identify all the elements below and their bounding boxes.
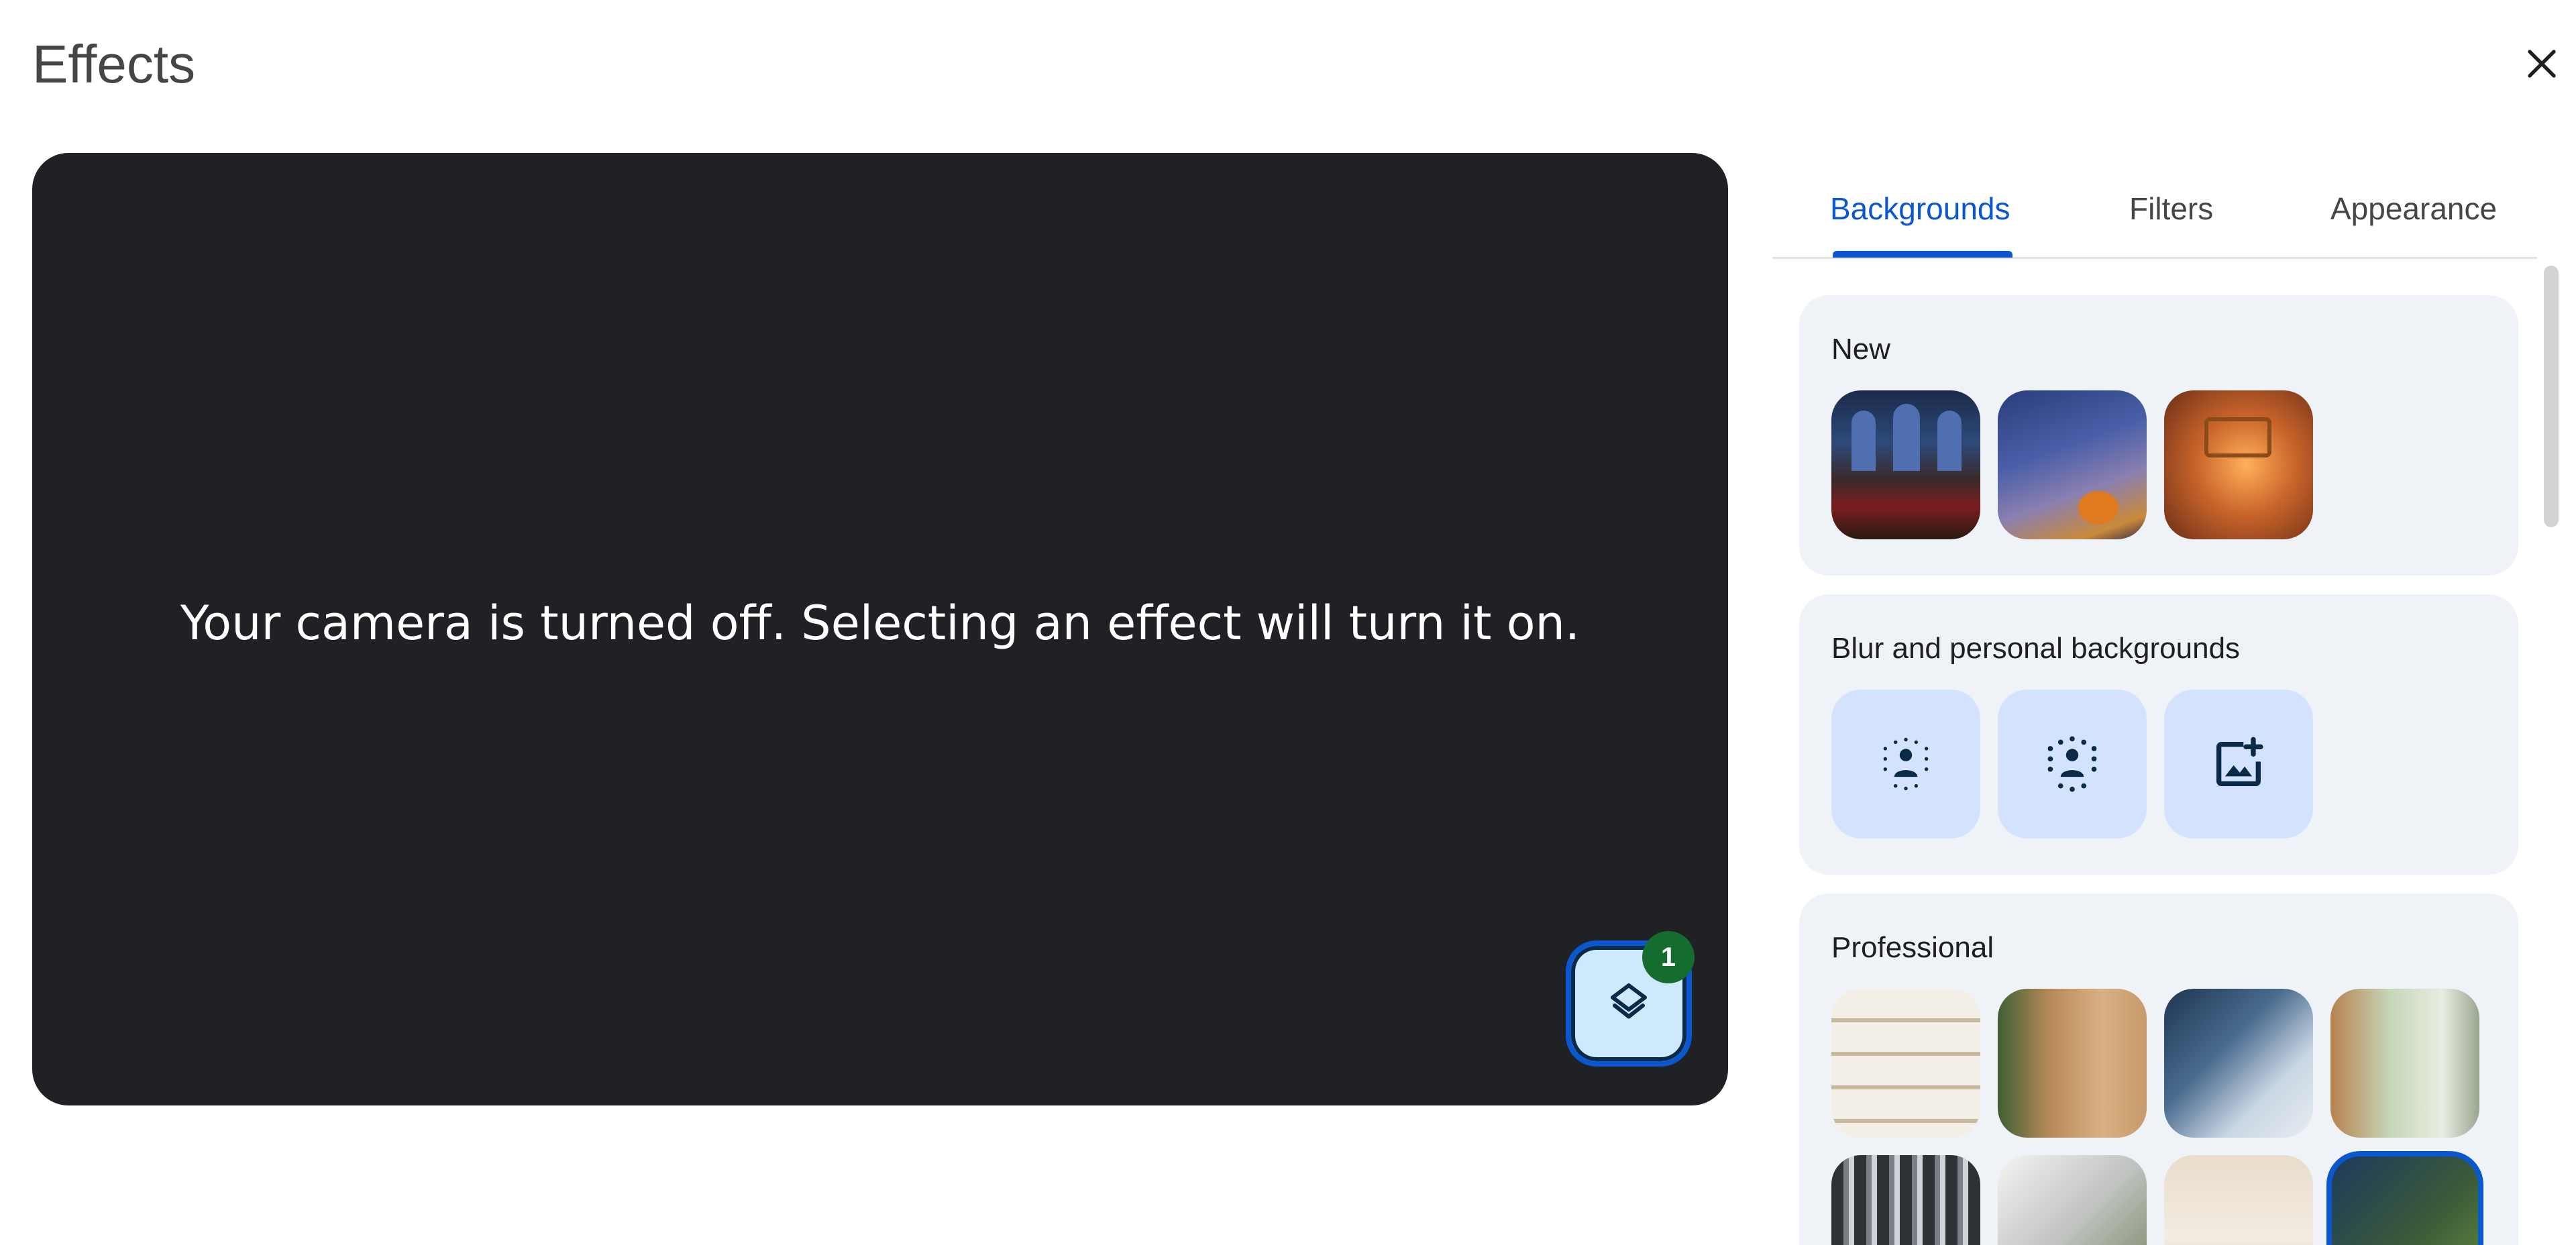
window-shape: [1937, 411, 1962, 471]
panel-scrollbar[interactable]: [2544, 266, 2559, 527]
applied-effects-button[interactable]: 1: [1566, 931, 1695, 1067]
spooky-tree-background[interactable]: [1998, 390, 2147, 539]
library-background[interactable]: [1831, 1155, 1980, 1245]
window-shape: [1851, 411, 1876, 471]
active-tab-indicator: [1833, 251, 2012, 258]
beige-room-background[interactable]: [2164, 1155, 2313, 1245]
bookshelf-background[interactable]: [1831, 989, 1980, 1138]
slight-blur-button[interactable]: [1831, 690, 1980, 838]
section-title-blur: Blur and personal backgrounds: [1831, 632, 2241, 665]
cozy-room-background[interactable]: [2164, 390, 2313, 539]
castle-hall-background[interactable]: [1831, 390, 1980, 539]
section-title-new: New: [1831, 333, 1891, 366]
blur-button[interactable]: [1998, 690, 2147, 838]
tab-backgrounds[interactable]: Backgrounds: [1830, 191, 2010, 227]
frame-shape: [2204, 417, 2271, 457]
camera-off-message: Your camera is turned off. Selecting an …: [180, 596, 1580, 651]
wood-wall-background[interactable]: [1998, 989, 2147, 1138]
effects-tabs: Backgrounds Filters Appearance: [1772, 161, 2537, 259]
tab-appearance[interactable]: Appearance: [2330, 191, 2497, 227]
sage-room-background[interactable]: [2330, 989, 2479, 1138]
section-new: New: [1799, 295, 2518, 576]
city-window-background[interactable]: [2164, 989, 2313, 1138]
section-blur: Blur and personal backgrounds: [1799, 594, 2518, 875]
blur-icon: [2047, 736, 2097, 792]
slight-blur-icon: [1883, 737, 1929, 791]
layers-icon: [1611, 983, 1647, 1019]
add-image-icon: [2216, 737, 2263, 786]
window-shape: [1893, 404, 1920, 471]
effects-count-badge: 1: [1642, 931, 1695, 983]
dialog-title: Effects: [32, 34, 196, 94]
upload-background-button[interactable]: [2164, 690, 2313, 838]
jungle-window-background[interactable]: [2326, 1151, 2483, 1245]
tab-filters[interactable]: Filters: [2129, 191, 2213, 227]
section-title-professional: Professional: [1831, 931, 1994, 964]
close-icon: [2528, 50, 2556, 78]
camera-preview: Your camera is turned off. Selecting an …: [32, 153, 1728, 1105]
pumpkin-shape: [2078, 491, 2118, 525]
close-button[interactable]: [2518, 40, 2565, 87]
concrete-background[interactable]: [1998, 1155, 2147, 1245]
section-professional: Professional: [1799, 894, 2518, 1245]
